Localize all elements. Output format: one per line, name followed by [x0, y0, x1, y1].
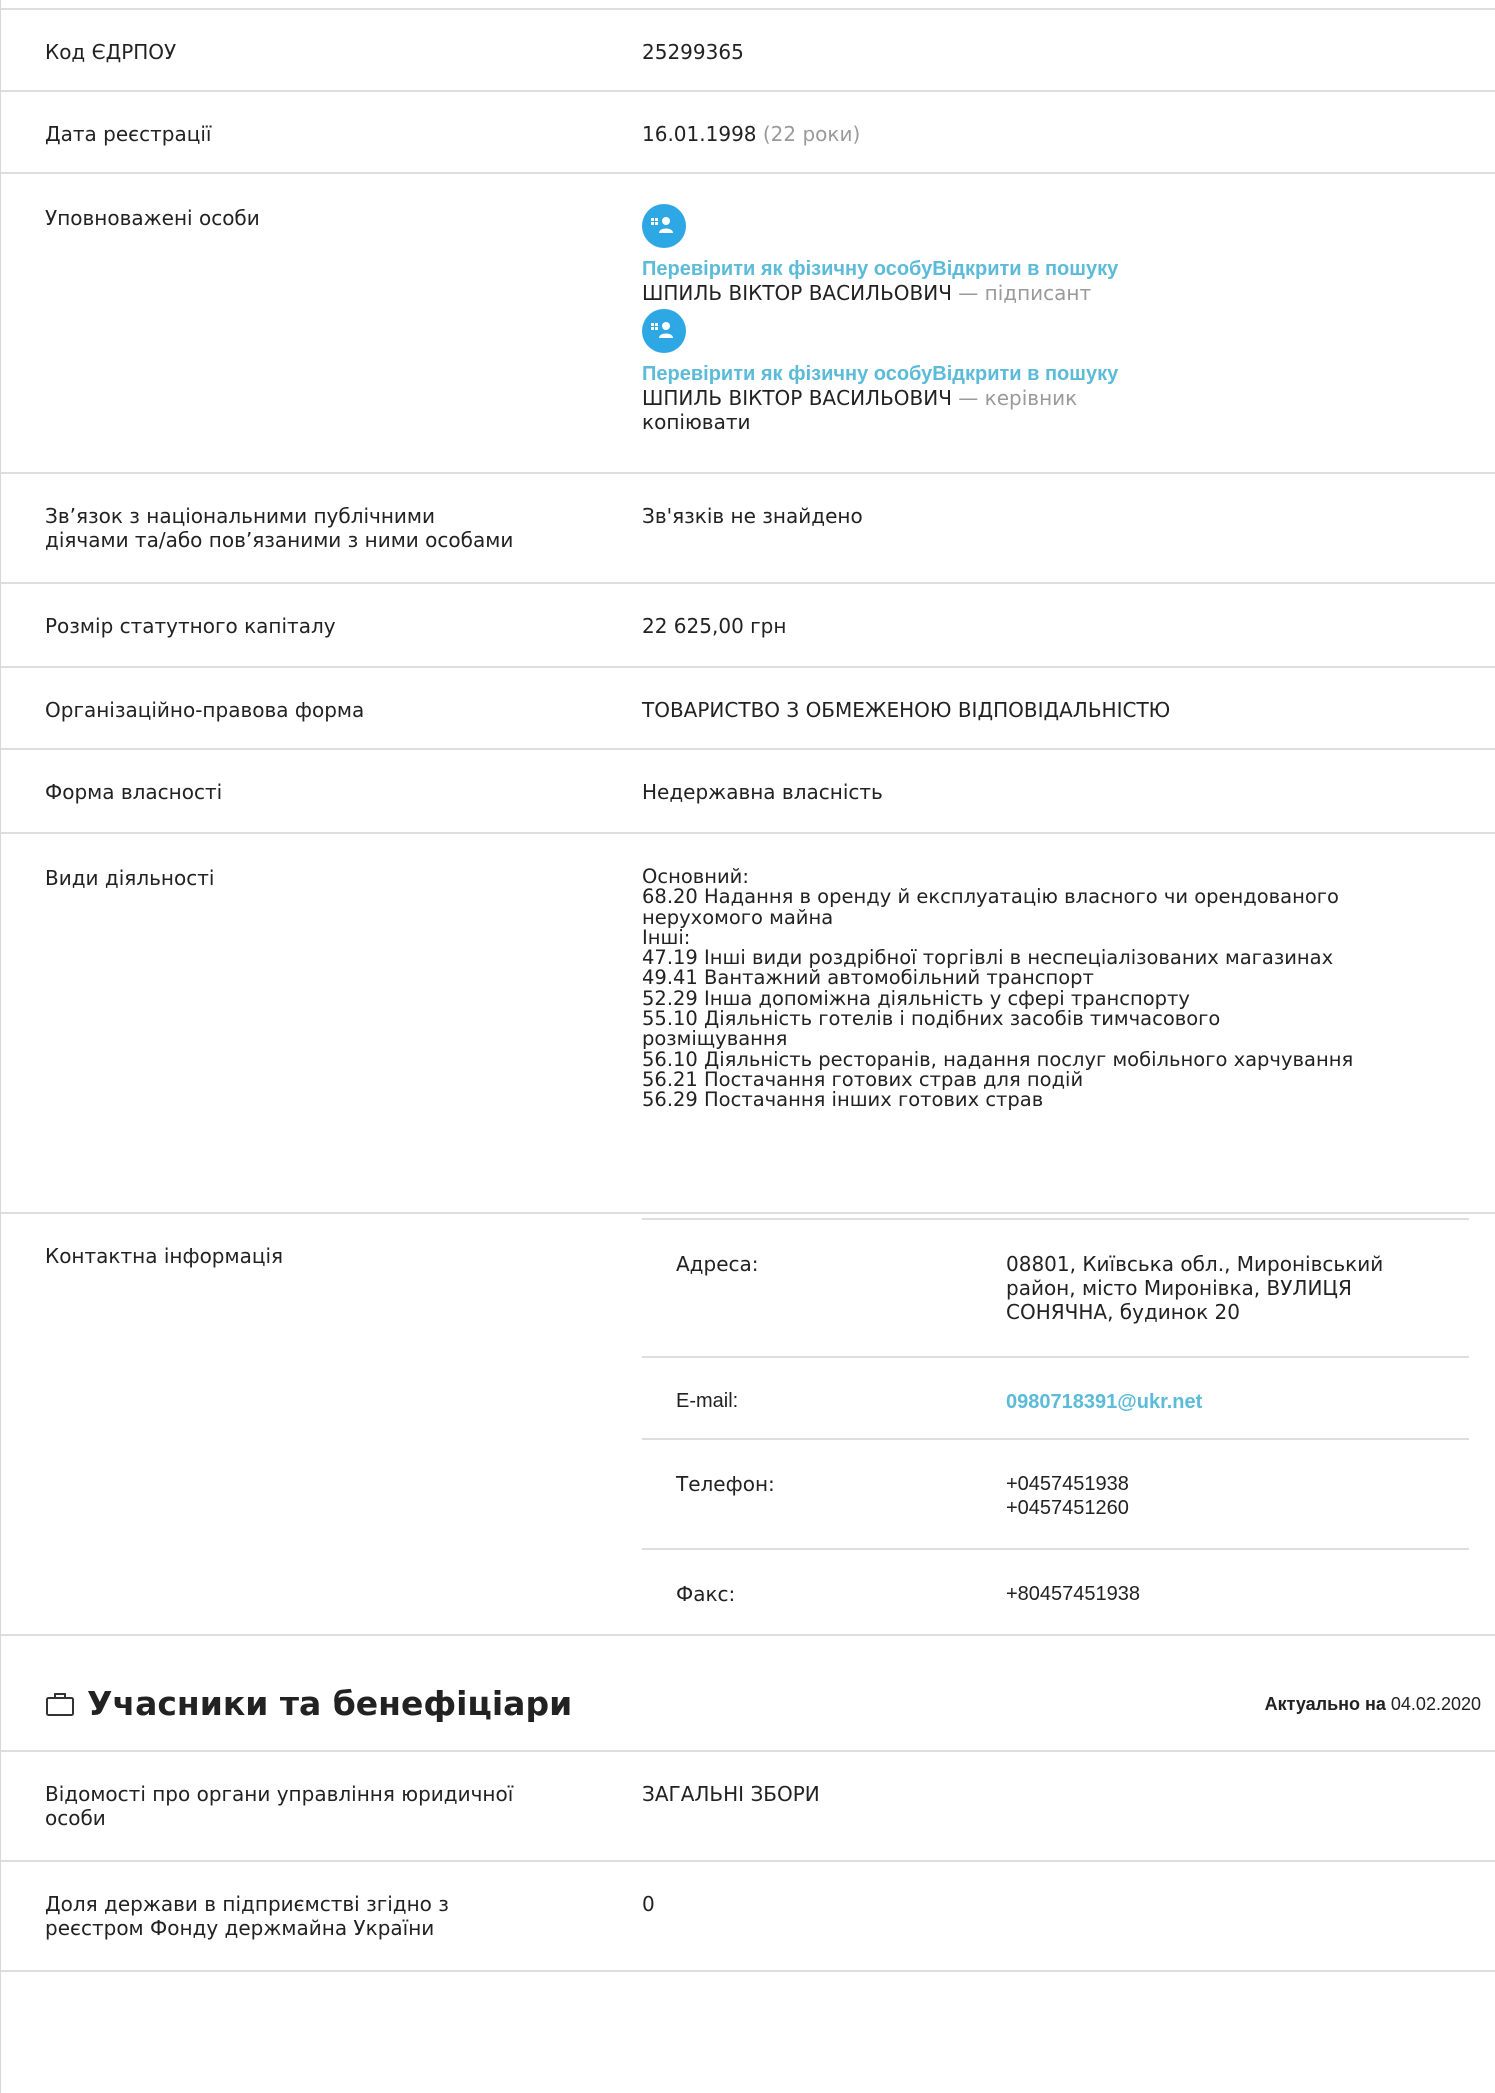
section-title: Учасники та бенефіціари [45, 1684, 572, 1724]
contacts-table: Адреса: 08801, Київська обл., Миронівськ… [642, 1214, 1469, 1634]
edrpou-label: Код ЄДРПОУ [45, 40, 177, 64]
activity-line: Основний: [642, 865, 749, 888]
legal-form-label: Організаційно-правова форма [45, 698, 365, 722]
state-share-label: Доля держави в підприємстві згідно з реє… [45, 1892, 575, 1940]
activities-label: Види діяльності [45, 866, 215, 890]
contact-fax-row: Факс: +80457451938 [642, 1548, 1469, 1634]
person-role: — підписант [958, 281, 1092, 305]
activity-line: 52.29 Інша допоміжна діяльність у сфері … [642, 986, 1190, 1010]
person-role: — керівник [958, 386, 1078, 410]
activity-line: 56.29 Постачання інших готових страв [642, 1088, 1044, 1112]
activities-list: Основний: 68.20 Надання в оренду й експл… [642, 865, 1472, 1112]
phone-number: +0457451260 [1006, 1497, 1129, 1519]
company-details-page: Код ЄДРПОУ 25299365 Дата реєстрації 16.0… [0, 0, 1495, 2093]
row-pep-relations: Зв’язок з національними публічними діяча… [1, 472, 1495, 584]
governance-value: ЗАГАЛЬНІ ЗБОРИ [642, 1782, 820, 1806]
registration-date: 16.01.1998 [642, 122, 757, 146]
contact-email-row: E-mail: 0980718391@ukr.net [642, 1356, 1469, 1440]
open-in-search-link[interactable]: Відкрити в пошуку [932, 363, 1118, 385]
activity-line: нерухомого майна [642, 905, 834, 929]
governance-label-line: Відомості про органи управління юридично… [45, 1782, 514, 1806]
row-activities: Види діяльності Основний: 68.20 Надання … [1, 832, 1495, 1216]
briefcase-icon [46, 1693, 74, 1716]
registration-date-value: 16.01.1998 (22 роки) [642, 122, 1472, 146]
fax-label: Факс: [676, 1582, 736, 1606]
capital-label: Розмір статутного капіталу [45, 614, 336, 638]
state-share-label-line: реєстром Фонду держмайна України [45, 1916, 435, 1940]
activity-line: 49.41 Вантажний автомобільний транспорт [642, 966, 1094, 990]
actual-date-value: 04.02.2020 [1390, 1694, 1481, 1714]
governance-label: Відомості про органи управління юридично… [45, 1782, 575, 1830]
person-card-icon[interactable] [642, 204, 686, 248]
pep-value: Зв'язків не знайдено [642, 504, 863, 528]
address-line: СОНЯЧНА, будинок 20 [1006, 1300, 1240, 1324]
state-share-label-line: Доля держави в підприємстві згідно з [45, 1892, 449, 1916]
pep-label-line: діячами та/або пов’язаними з ними особам… [45, 528, 514, 552]
address-label: Адреса: [676, 1252, 759, 1276]
check-person-link[interactable]: Перевірити як фізичну особу [642, 258, 932, 280]
registration-date-label: Дата реєстрації [45, 122, 212, 146]
activity-line: 56.10 Діяльність ресторанів, надання пос… [642, 1047, 1354, 1071]
row-governance: Відомості про органи управління юридично… [1, 1750, 1495, 1862]
person-name: ШПИЛЬ ВІКТОР ВАСИЛЬОВИЧ [642, 281, 952, 305]
person-entry: ШПИЛЬ ВІКТОР ВАСИЛЬОВИЧ — керівник [642, 386, 1472, 410]
person-name: ШПИЛЬ ВІКТОР ВАСИЛЬОВИЧ [642, 386, 952, 410]
row-capital: Розмір статутного капіталу 22 625,00 грн [1, 582, 1495, 668]
contacts-label: Контактна інформація [45, 1244, 284, 1268]
activity-line: 47.19 Інші види роздрібної торгівлі в не… [642, 946, 1334, 970]
contact-phone-row: Телефон: +0457451938 +0457451260 [642, 1438, 1469, 1550]
company-age: (22 роки) [762, 122, 861, 146]
pep-label: Зв’язок з національними публічними діяча… [45, 504, 575, 552]
activity-line: Інші: [642, 925, 691, 949]
row-state-share: Доля держави в підприємстві згідно з реє… [1, 1860, 1495, 1972]
activity-line: розміщування [642, 1027, 788, 1051]
state-share-value: 0 [642, 1892, 655, 1916]
authorized-persons-label: Уповноважені особи [45, 206, 260, 230]
address-line: 08801, Київська обл., Миронівський [1006, 1252, 1384, 1276]
person-links: Перевірити як фізичну особуВідкрити в по… [642, 256, 1472, 281]
activity-line: 55.10 Діяльність готелів і подібних засо… [642, 1007, 1221, 1031]
activity-line: 56.21 Постачання готових страв для подій [642, 1067, 1084, 1091]
fax-value: +80457451938 [1006, 1583, 1141, 1605]
contact-address-row: Адреса: 08801, Київська обл., Миронівськ… [642, 1218, 1469, 1348]
address-line: район, місто Миронівка, ВУЛИЦЯ [1006, 1276, 1352, 1300]
legal-form-value: ТОВАРИСТВО З ОБМЕЖЕНОЮ ВІДПОВІДАЛЬНІСТЮ [642, 698, 1171, 722]
ownership-value: Недержавна власність [642, 780, 883, 804]
email-label: E-mail: [676, 1390, 739, 1412]
row-authorized-persons: Уповноважені особи Перевірити як фізичну… [1, 172, 1495, 474]
pep-label-line: Зв’язок з національними публічними [45, 504, 436, 528]
actual-date: Актуально на 04.02.2020 [1265, 1694, 1481, 1715]
row-registration-date: Дата реєстрації 16.01.1998 (22 роки) [1, 90, 1495, 174]
row-legal-form: Організаційно-правова форма ТОВАРИСТВО З… [1, 666, 1495, 750]
person-links: Перевірити як фізичну особуВідкрити в по… [642, 361, 1472, 386]
copy-button[interactable]: копіювати [642, 410, 1472, 434]
open-in-search-link[interactable]: Відкрити в пошуку [932, 258, 1118, 280]
section-title-text: Учасники та бенефіціари [87, 1684, 573, 1723]
edrpou-value: 25299365 [642, 40, 744, 64]
participants-section-header: Учасники та бенефіціари Актуально на 04.… [1, 1634, 1495, 1752]
person-card-icon[interactable] [642, 309, 686, 353]
actual-label: Актуально на [1264, 1694, 1386, 1714]
row-edrpou: Код ЄДРПОУ 25299365 [1, 8, 1495, 92]
authorized-persons-list: Перевірити як фізичну особуВідкрити в по… [642, 204, 1472, 434]
phone-label: Телефон: [676, 1472, 775, 1496]
phone-values: +0457451938 +0457451260 [1006, 1472, 1446, 1520]
activity-line: 68.20 Надання в оренду й експлуатацію вл… [642, 885, 1339, 909]
phone-number: +0457451938 [1006, 1473, 1129, 1495]
person-entry: ШПИЛЬ ВІКТОР ВАСИЛЬОВИЧ — підписант [642, 281, 1472, 305]
address-value: 08801, Київська обл., Миронівський район… [1006, 1252, 1446, 1324]
governance-label-line: особи [45, 1806, 106, 1830]
email-link[interactable]: 0980718391@ukr.net [1006, 1390, 1446, 1414]
check-person-link[interactable]: Перевірити як фізичну особу [642, 363, 932, 385]
empty-row [1, 1970, 1495, 2093]
capital-value: 22 625,00 грн [642, 614, 787, 638]
ownership-label: Форма власності [45, 780, 223, 804]
row-contacts: Контактна інформація Адреса: 08801, Київ… [1, 1212, 1495, 1636]
row-ownership: Форма власності Недержавна власність [1, 748, 1495, 834]
